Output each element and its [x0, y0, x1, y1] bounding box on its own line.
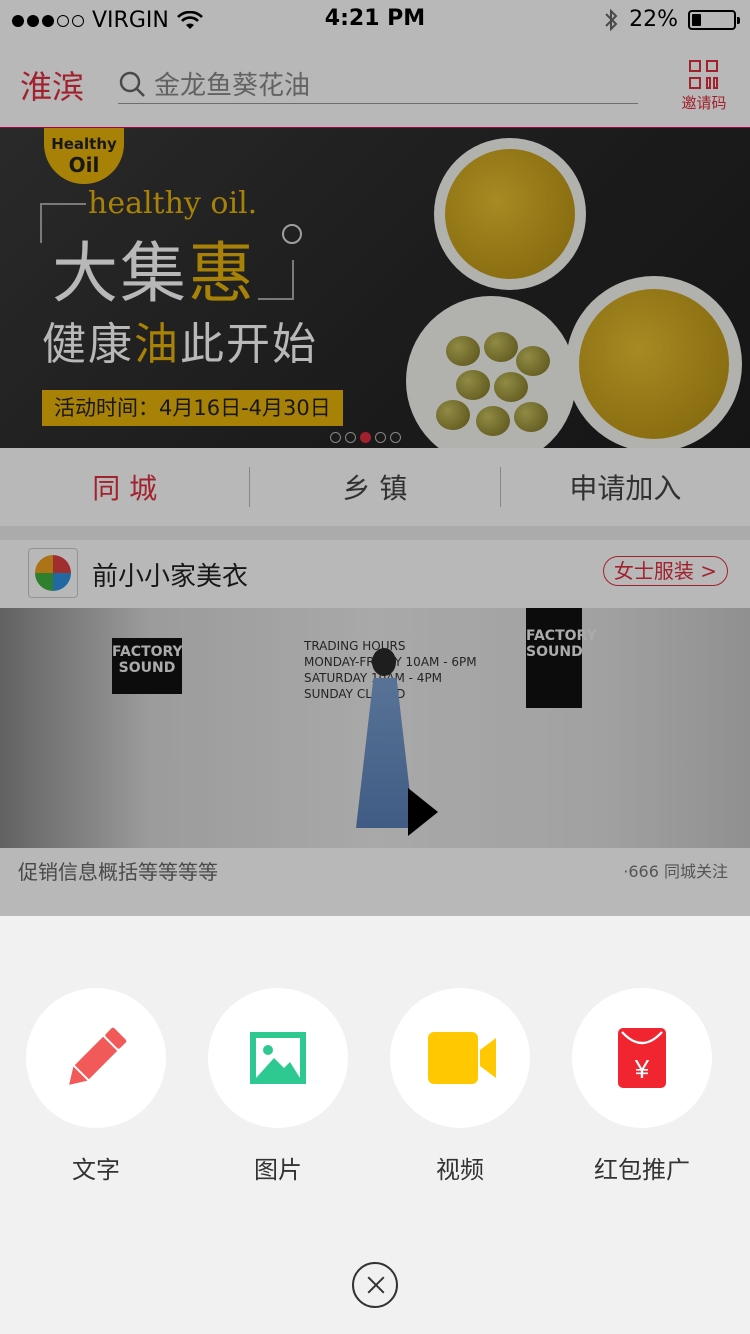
- action-label: 视频: [436, 1156, 484, 1184]
- close-sheet-button[interactable]: [352, 1262, 398, 1308]
- video-camera-icon: [428, 1032, 496, 1084]
- action-label: 图片: [254, 1156, 302, 1184]
- action-circle[interactable]: [26, 988, 166, 1128]
- red-packet-icon: ¥: [618, 1028, 666, 1088]
- publish-action-sheet: 文字 图片 视频 ¥ 红包推广: [0, 916, 750, 1334]
- action-circle[interactable]: ¥: [572, 988, 712, 1128]
- pencil-icon: [69, 1027, 127, 1085]
- action-image[interactable]: 图片: [208, 988, 348, 1185]
- svg-text:¥: ¥: [634, 1054, 650, 1084]
- image-icon: [250, 1032, 306, 1084]
- action-label: 文字: [72, 1156, 120, 1184]
- action-red-packet[interactable]: ¥ 红包推广: [572, 988, 712, 1185]
- action-label: 红包推广: [594, 1156, 690, 1184]
- action-video[interactable]: 视频: [390, 988, 530, 1185]
- action-text[interactable]: 文字: [26, 988, 166, 1185]
- modal-backdrop[interactable]: [0, 0, 750, 916]
- action-circle[interactable]: [208, 988, 348, 1128]
- action-circle[interactable]: [390, 988, 530, 1128]
